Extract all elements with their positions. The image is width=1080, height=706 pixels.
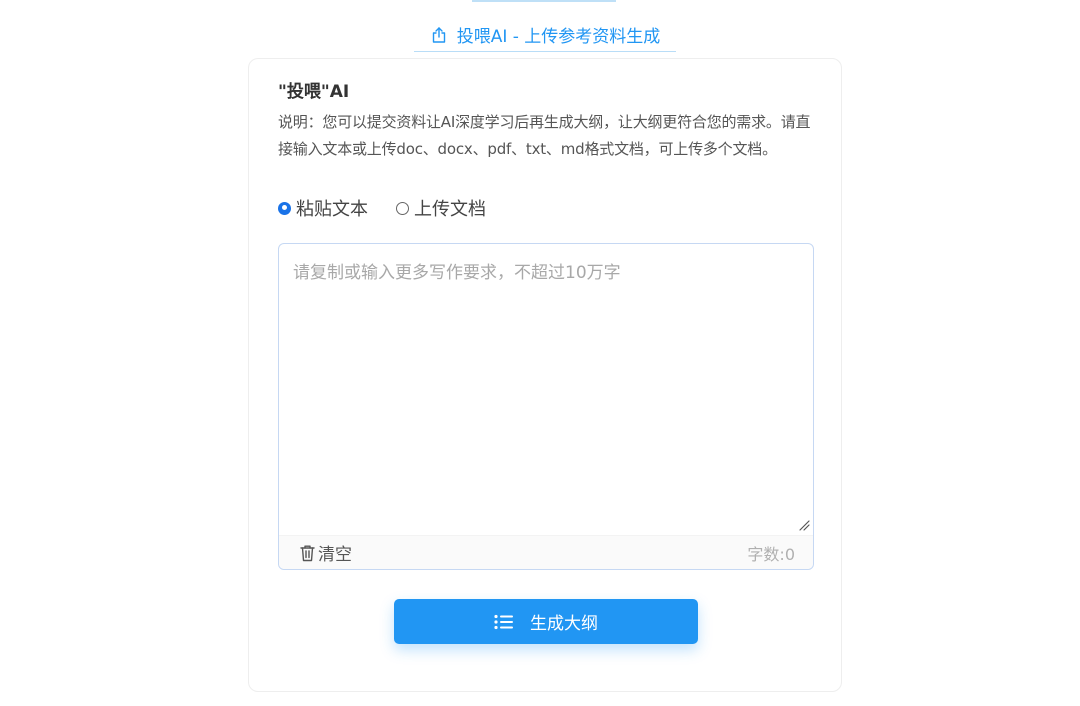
page: 投喂AI - 上传参考资料生成 "投喂"AI 说明：您可以提交资料让AI深度学习…: [0, 0, 1080, 706]
textarea-footer: 清空 字数:0: [279, 535, 813, 569]
card-title: "投喂"AI: [278, 82, 350, 102]
radio-unchecked-icon: [396, 201, 409, 215]
generate-outline-button[interactable]: 生成大纲: [394, 599, 698, 644]
radio-label: 粘贴文本: [296, 199, 368, 220]
textarea-container: 清空 字数:0: [278, 243, 814, 570]
card-description: 说明：您可以提交资料让AI深度学习后再生成大纲，让大纲更符合您的需求。请直接输入…: [278, 113, 811, 158]
radio-checked-icon: [278, 201, 291, 215]
upload-icon: [430, 26, 448, 44]
radio-paste-text[interactable]: 粘贴文本: [278, 195, 368, 221]
top-tab-underline: [472, 0, 616, 2]
input-mode-radio-group: 粘贴文本 上传文档: [278, 195, 486, 221]
clear-label: 清空: [318, 545, 352, 565]
radio-label: 上传文档: [414, 199, 486, 220]
tab-label: 投喂AI - 上传参考资料生成: [456, 27, 661, 47]
resize-handle-icon[interactable]: [798, 516, 810, 531]
generate-button-label: 生成大纲: [530, 614, 598, 634]
char-count: 字数:0: [747, 544, 795, 564]
radio-upload-document[interactable]: 上传文档: [396, 195, 486, 221]
requirements-textarea[interactable]: [279, 244, 813, 534]
list-icon: [494, 614, 514, 630]
clear-button[interactable]: 清空: [299, 540, 352, 565]
trash-icon: [299, 544, 316, 562]
feed-ai-card: "投喂"AI 说明：您可以提交资料让AI深度学习后再生成大纲，让大纲更符合您的需…: [248, 58, 842, 692]
tab-feed-ai-upload[interactable]: 投喂AI - 上传参考资料生成: [414, 22, 676, 52]
